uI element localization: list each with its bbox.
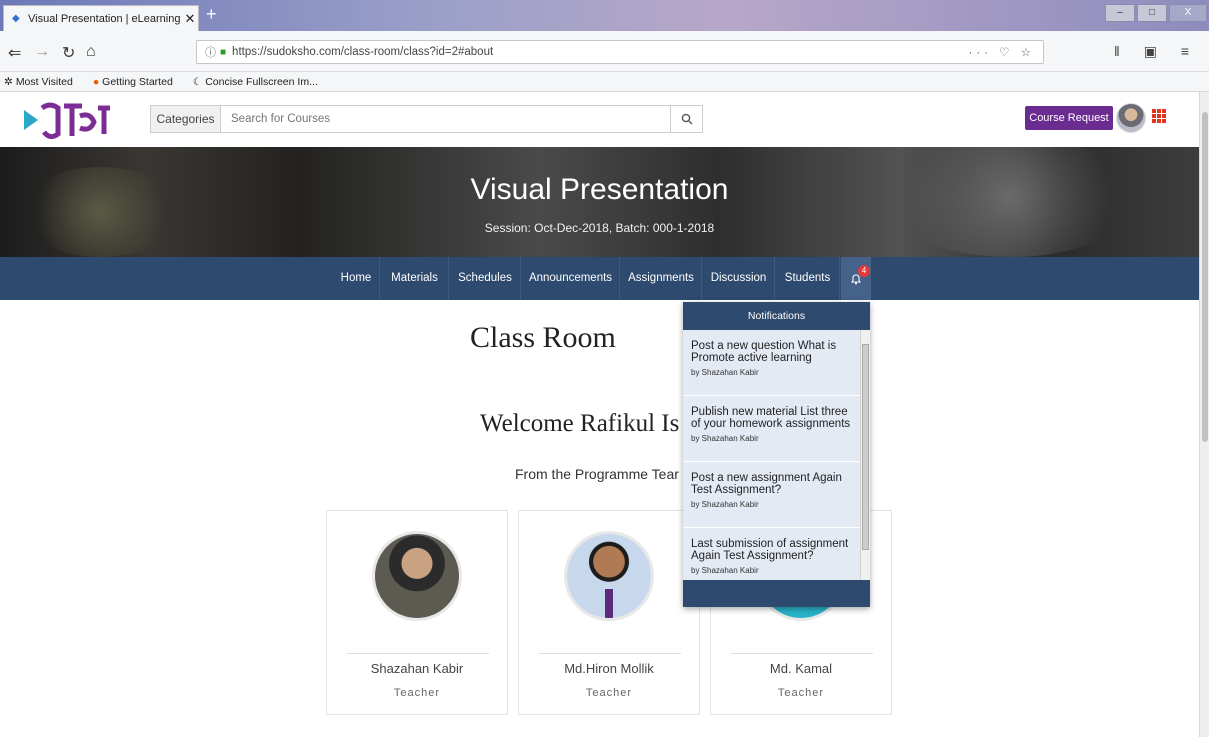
window-controls: – □ X [1103, 4, 1207, 22]
class-nav-menu: Home Materials Schedules Announcements A… [0, 257, 1199, 300]
bookmark-getting-started[interactable]: ● Getting Started [93, 76, 183, 88]
reload-icon[interactable]: ↻ [62, 43, 75, 63]
tab-materials[interactable]: Materials [381, 257, 449, 300]
notifications-button[interactable] [841, 257, 871, 300]
notification-count-badge: 4 [858, 265, 870, 277]
notifications-dropdown: Notifications Post a new question What i… [683, 302, 870, 607]
teacher-name: Shazahan Kabir [370, 661, 464, 676]
home-icon[interactable]: ⌂ [86, 43, 96, 61]
welcome-heading: Welcome Rafikul Is [480, 410, 680, 437]
bookmarks-bar: ✲ Most Visited ● Getting Started ☾ Concise … [0, 72, 1209, 92]
back-icon[interactable]: ⇐ [8, 43, 21, 63]
teacher-photo [564, 531, 654, 621]
url-text: https://sudoksho.com/class-room/class?id… [232, 46, 494, 58]
notifications-list[interactable]: Post a new question What is Promote acti… [683, 330, 870, 580]
toolbar-icons[interactable]: ‖ ▣ ≡ [1114, 43, 1199, 60]
page-scrollbar-thumb[interactable] [1202, 112, 1208, 442]
teacher-name: Md. Kamal [769, 661, 833, 676]
forward-icon[interactable]: → [34, 43, 50, 61]
minimize-icon[interactable]: – [1105, 4, 1135, 22]
teacher-card[interactable]: Md.Hiron Mollik Teacher [518, 510, 700, 715]
course-search: Categories [150, 105, 703, 133]
tab-home[interactable]: Home [333, 257, 380, 300]
notifications-footer [683, 580, 870, 607]
tab-discussion[interactable]: Discussion [703, 257, 775, 300]
class-hero-banner: Visual Presentation Session: Oct-Dec-201… [0, 147, 1199, 257]
teacher-role: Teacher [585, 687, 633, 699]
address-bar[interactable]: ⓘ ■ https://sudoksho.com/class-room/clas… [196, 40, 1044, 64]
tie-decoration [605, 589, 613, 618]
tab-assignments[interactable]: Assignments [621, 257, 702, 300]
notification-text: Post a new assignment Again Test Assignm… [691, 472, 842, 496]
notification-author: by Shazahan Kabir [691, 434, 759, 443]
teacher-role: Teacher [777, 687, 825, 699]
notification-author: by Shazahan Kabir [691, 368, 759, 377]
tab-students[interactable]: Students [776, 257, 840, 300]
page-scrollbar[interactable] [1199, 92, 1209, 737]
browser-toolbar: ⇐ → ↻ ⌂ ⓘ ■ https://sudoksho.com/class-r… [0, 31, 1209, 72]
page-title: Class Room [470, 321, 616, 354]
notification-item[interactable]: Post a new question What is Promote acti… [683, 330, 870, 396]
fullscreen-icon: ☾ [192, 75, 203, 88]
gear-icon: ✲ [4, 75, 13, 88]
page-actions-icon[interactable]: ··· ♡ ☆ [969, 45, 1036, 59]
notification-author: by Shazahan Kabir [691, 500, 759, 509]
scrollbar-thumb[interactable] [862, 344, 869, 550]
teacher-name: Md.Hiron Mollik [564, 661, 654, 676]
firefox-icon: ● [92, 75, 100, 88]
browser-tab-bar: ◆ Visual Presentation | eLearning ✕ + – … [0, 0, 1209, 31]
site-info-icon[interactable]: ⓘ [205, 44, 216, 60]
notification-item[interactable]: Post a new assignment Again Test Assignm… [683, 462, 870, 528]
close-tab-icon[interactable]: ✕ [182, 11, 198, 27]
page-content: Categories Course Request Visual Present… [0, 92, 1199, 737]
search-icon [681, 113, 692, 125]
site-header: Categories Course Request [0, 92, 1199, 147]
notification-text: Post a new question What is Promote acti… [691, 340, 837, 364]
user-avatar[interactable] [1116, 103, 1146, 133]
teacher-photo [372, 531, 462, 621]
card-divider [731, 653, 873, 654]
browser-tab[interactable]: ◆ Visual Presentation | eLearning ✕ [3, 5, 199, 31]
tab-announcements[interactable]: Announcements [522, 257, 620, 300]
lock-icon: ■ [220, 46, 227, 58]
notification-text: Last submission of assignment Again Test… [691, 538, 849, 562]
new-tab-icon[interactable]: + [206, 4, 217, 25]
notification-item[interactable]: Last submission of assignment Again Test… [683, 528, 870, 580]
maximize-icon[interactable]: □ [1137, 4, 1167, 22]
notification-text: Publish new material List three of your … [691, 406, 851, 430]
notification-item[interactable]: Publish new material List three of your … [683, 396, 870, 462]
search-button[interactable] [670, 106, 702, 132]
bookmark-most-visited[interactable]: ✲ Most Visited [4, 76, 83, 88]
tab-title: Visual Presentation | eLearning [28, 12, 181, 25]
class-title: Visual Presentation [470, 173, 729, 206]
teacher-role: Teacher [393, 687, 441, 699]
card-divider [539, 653, 681, 654]
categories-dropdown[interactable]: Categories [151, 106, 221, 132]
site-favicon-icon: ◆ [12, 12, 20, 24]
class-session: Session: Oct-Dec-2018, Batch: 000-1-2018 [484, 221, 715, 235]
site-logo[interactable] [20, 98, 116, 144]
bookmark-concise-fullscreen[interactable]: ☾ Concise Fullscreen Im... [193, 76, 328, 88]
notification-author: by Shazahan Kabir [691, 566, 759, 575]
team-subheading: From the Programme Tear [515, 466, 679, 482]
tab-schedules[interactable]: Schedules [450, 257, 521, 300]
notifications-scrollbar[interactable] [860, 330, 870, 580]
teacher-card[interactable]: Shazahan Kabir Teacher [326, 510, 508, 715]
search-input[interactable] [221, 106, 670, 132]
notifications-title: Notifications [683, 302, 870, 330]
course-request-button[interactable]: Course Request [1025, 106, 1113, 130]
close-window-icon[interactable]: X [1169, 4, 1207, 22]
apps-grid-icon[interactable] [1152, 109, 1166, 123]
card-divider [347, 653, 489, 654]
